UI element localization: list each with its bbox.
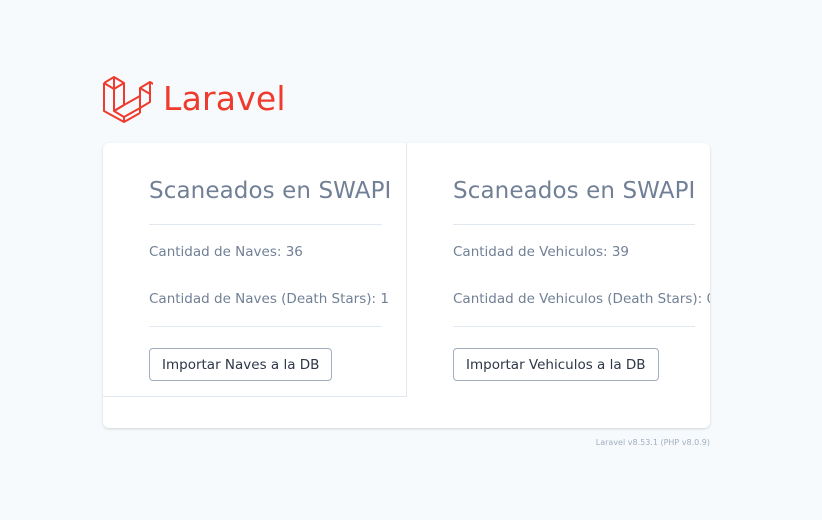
naves-death-stars-count: Cantidad de Naves (Death Stars): 1	[149, 291, 389, 307]
import-naves-button[interactable]: Importar Naves a la DB	[149, 348, 333, 381]
divider	[149, 224, 382, 225]
import-vehiculos-button[interactable]: Importar Vehiculos a la DB	[453, 348, 659, 381]
panel-title: Scaneados en SWAPI	[453, 178, 696, 204]
divider	[453, 326, 695, 327]
naves-count: Cantidad de Naves: 36	[149, 244, 303, 260]
divider	[453, 224, 695, 225]
panel-title: Scaneados en SWAPI	[149, 178, 392, 204]
divider	[149, 326, 382, 327]
vehiculos-count: Cantidad de Vehiculos: 39	[453, 244, 630, 260]
laravel-logo-icon	[103, 76, 153, 123]
naves-panel: Scaneados en SWAPI Cantidad de Naves: 36…	[103, 143, 407, 397]
vehiculos-death-stars-count: Cantidad de Vehiculos (Death Stars): 0	[453, 291, 710, 307]
version-footer: Laravel v8.53.1 (PHP v8.0.9)	[595, 438, 710, 447]
laravel-logo: Laravel	[103, 72, 286, 124]
vehiculos-panel: Scaneados en SWAPI Cantidad de Vehiculos…	[407, 143, 710, 397]
main-card: Scaneados en SWAPI Cantidad de Naves: 36…	[103, 143, 710, 428]
logo-text: Laravel	[163, 78, 286, 118]
